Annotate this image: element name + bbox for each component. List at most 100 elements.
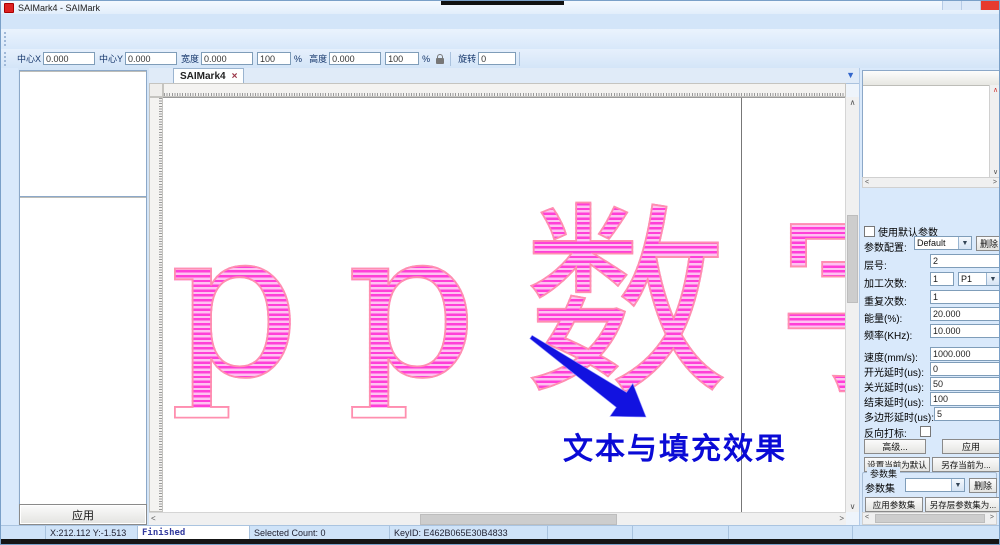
save-current-as-button[interactable]: 另存当前为... [932,457,1000,472]
scroll-left-icon[interactable]: < [865,179,869,186]
separator [450,52,451,66]
draw-tool-strip [1,68,19,526]
separator [519,52,520,66]
center-y-input[interactable] [125,52,177,65]
pass-label: 加工次数: [864,275,907,290]
scroll-left-icon[interactable]: < [865,514,869,521]
repeat-input[interactable] [930,290,1000,304]
tab-close-icon[interactable]: × [232,71,238,82]
scroll-down-icon[interactable]: ∨ [846,501,859,512]
width-input[interactable] [201,52,253,65]
vertical-ruler [149,97,163,512]
pen-list: ∧ ∨ [862,70,1000,178]
apply-parameter-set-button[interactable]: 应用参数集 [865,497,923,512]
status-blank [853,526,999,539]
ruler-corner [149,83,163,97]
object-panel: 应用 [18,68,149,526]
rotate-input[interactable] [478,52,516,65]
parameter-set-label: 参数集 [865,480,895,495]
save-layer-parameter-set-button[interactable]: 另存层参数集为... [925,497,1000,512]
scroll-up-icon[interactable]: ∧ [846,97,859,108]
status-coordinates: X:212.112 Y:-1.513 [46,526,138,539]
speed-label: 速度(mm/s): [864,349,918,364]
polygon-delay-label: 多边形延时(us): [864,409,934,424]
property-table [19,196,147,545]
document-tab[interactable]: SAIMark4 × [173,68,244,83]
canvas-vertical-scrollbar[interactable]: ∧ ∨ [845,97,859,512]
scroll-left-icon[interactable]: < [151,513,156,524]
center-x-label: 中心X [17,52,41,65]
frequency-label: 频率(KHz): [864,327,912,342]
screen-artifact [441,1,564,5]
reverse-mark-checkbox[interactable] [920,426,931,437]
drawing-surface[interactable]: pp数字 文本与填充效果 [163,97,846,512]
advanced-button[interactable]: 高级... [864,439,926,454]
center-y-label: 中心Y [99,52,123,65]
pen-list-horizontal-scrollbar[interactable]: < > [862,177,1000,188]
apply-params-button[interactable]: 应用 [942,439,1000,454]
scroll-right-icon[interactable]: > [993,179,997,186]
apply-button[interactable]: 应用 [19,504,147,525]
status-bar: X:212.112 Y:-1.513 Finished Selected Cou… [1,525,999,539]
energy-input[interactable] [930,307,1000,321]
profile-select[interactable]: Default ▼ [914,236,972,250]
close-button[interactable] [980,1,999,10]
window-title: SAIMark4 - SAIMark [18,3,100,13]
profile-delete-button[interactable]: 删除 [976,236,1000,251]
pass-port-select[interactable]: P1 ▼ [958,272,1000,286]
menu-bar [1,14,999,30]
scroll-thumb[interactable] [875,514,985,523]
canvas-area: SAIMark4 × ▼ pp数字 文本与填充效果 ∧ ∨ < > [149,68,859,526]
aspect-lock-icon[interactable] [436,58,444,64]
laser-on-delay-input[interactable] [930,362,1000,376]
toolbar-grip[interactable] [4,52,10,66]
pen-list-header [863,71,1000,86]
pen-list-vertical-scrollbar[interactable]: ∧ ∨ [989,85,1000,177]
layer-input[interactable] [930,254,1000,268]
status-blank [548,526,633,539]
height-input[interactable] [329,52,381,65]
frequency-input[interactable] [930,324,1000,338]
maximize-button[interactable] [961,1,980,10]
canvas-horizontal-scrollbar[interactable]: < > [149,512,846,526]
status-state: Finished [138,526,250,539]
chevron-down-icon[interactable]: ▼ [958,237,971,249]
panel-horizontal-scrollbar[interactable]: < > [862,512,997,525]
end-delay-input[interactable] [930,392,1000,406]
laser-off-delay-input[interactable] [930,377,1000,391]
status-keyid: KeyID: E462B065E30B4833 [390,526,548,539]
horizontal-ruler [163,83,846,97]
parameter-set-delete-button[interactable]: 删除 [969,478,997,493]
laser-off-delay-label: 关光延时(us): [864,379,924,394]
annotation-text: 文本与填充效果 [563,424,787,468]
pass-port-value: P1 [961,274,972,284]
chevron-down-icon[interactable]: ▼ [951,479,964,491]
screen-edge [1,539,999,544]
height-pct-input[interactable] [385,52,419,65]
toolbar-grip[interactable] [4,32,10,46]
scroll-right-icon[interactable]: > [990,514,994,521]
property-table-header [20,197,146,198]
center-x-input[interactable] [43,52,95,65]
transform-toolbar: 中心X 中心Y 宽度 % 高度 % 旋转 [1,49,999,69]
scroll-down-icon[interactable]: ∨ [990,168,1000,176]
scroll-thumb[interactable] [847,215,858,303]
scroll-thumb[interactable] [420,514,617,525]
polygon-delay-input[interactable] [934,407,1000,421]
status-blank [1,526,46,539]
percent-label: % [294,54,302,64]
pass-count-input[interactable] [930,272,954,286]
minimize-button[interactable] [942,1,961,10]
laser-on-delay-label: 开光延时(us): [864,364,924,379]
scroll-up-icon[interactable]: ∧ [990,86,1000,94]
tab-list-dropdown-icon[interactable]: ▼ [846,70,855,80]
parameter-set-select[interactable]: ▼ [905,478,965,492]
width-pct-input[interactable] [257,52,291,65]
profile-value: Default [917,238,946,248]
scroll-right-icon[interactable]: > [839,513,844,524]
chevron-down-icon[interactable]: ▼ [986,273,999,285]
parameter-form: 使用默认参数 参数配置: Default▼ 删除 层号: 加工次数: P1▼ [862,221,997,475]
layer-label: 层号: [864,257,887,272]
rotate-label: 旋转 [458,52,476,65]
speed-input[interactable] [930,347,1000,361]
